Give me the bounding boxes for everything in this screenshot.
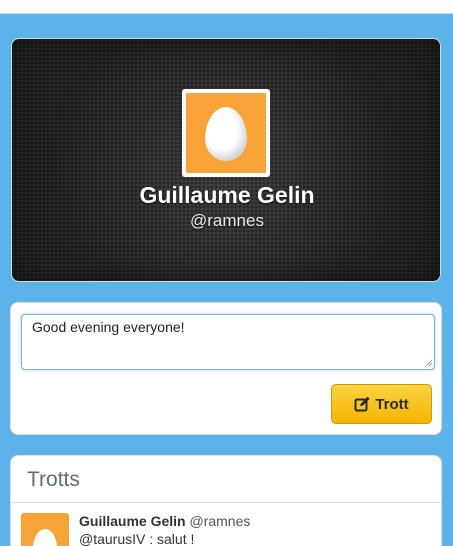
- avatar[interactable]: [182, 89, 270, 177]
- list-item[interactable]: Guillaume Gelin @ramnes @taurusIV : salu…: [11, 503, 441, 546]
- compose-card: Trott: [10, 302, 442, 435]
- trott-button-label: Trott: [375, 395, 409, 413]
- trott-author[interactable]: Guillaume Gelin @ramnes: [79, 513, 250, 529]
- avatar[interactable]: [21, 513, 69, 546]
- trotts-feed: Trotts Guillaume Gelin @ramnes @taurusIV…: [10, 455, 442, 546]
- trott-author-name[interactable]: Guillaume Gelin: [79, 513, 186, 529]
- trott-text: @taurusIV : salut !: [79, 531, 195, 546]
- profile-card: Guillaume Gelin @ramnes: [11, 38, 441, 282]
- trott-input[interactable]: [21, 314, 435, 370]
- profile-handle[interactable]: @ramnes: [12, 211, 440, 231]
- egg-icon: [33, 529, 57, 546]
- top-bar: [0, 0, 453, 14]
- egg-icon: [205, 107, 247, 161]
- trott-button[interactable]: Trott: [331, 384, 432, 424]
- trott-author-handle[interactable]: @ramnes: [189, 513, 250, 529]
- avatar-background: [186, 93, 266, 173]
- profile-name: Guillaume Gelin: [139, 182, 315, 208]
- feed-title: Trotts: [27, 468, 80, 491]
- edit-icon: [354, 396, 370, 412]
